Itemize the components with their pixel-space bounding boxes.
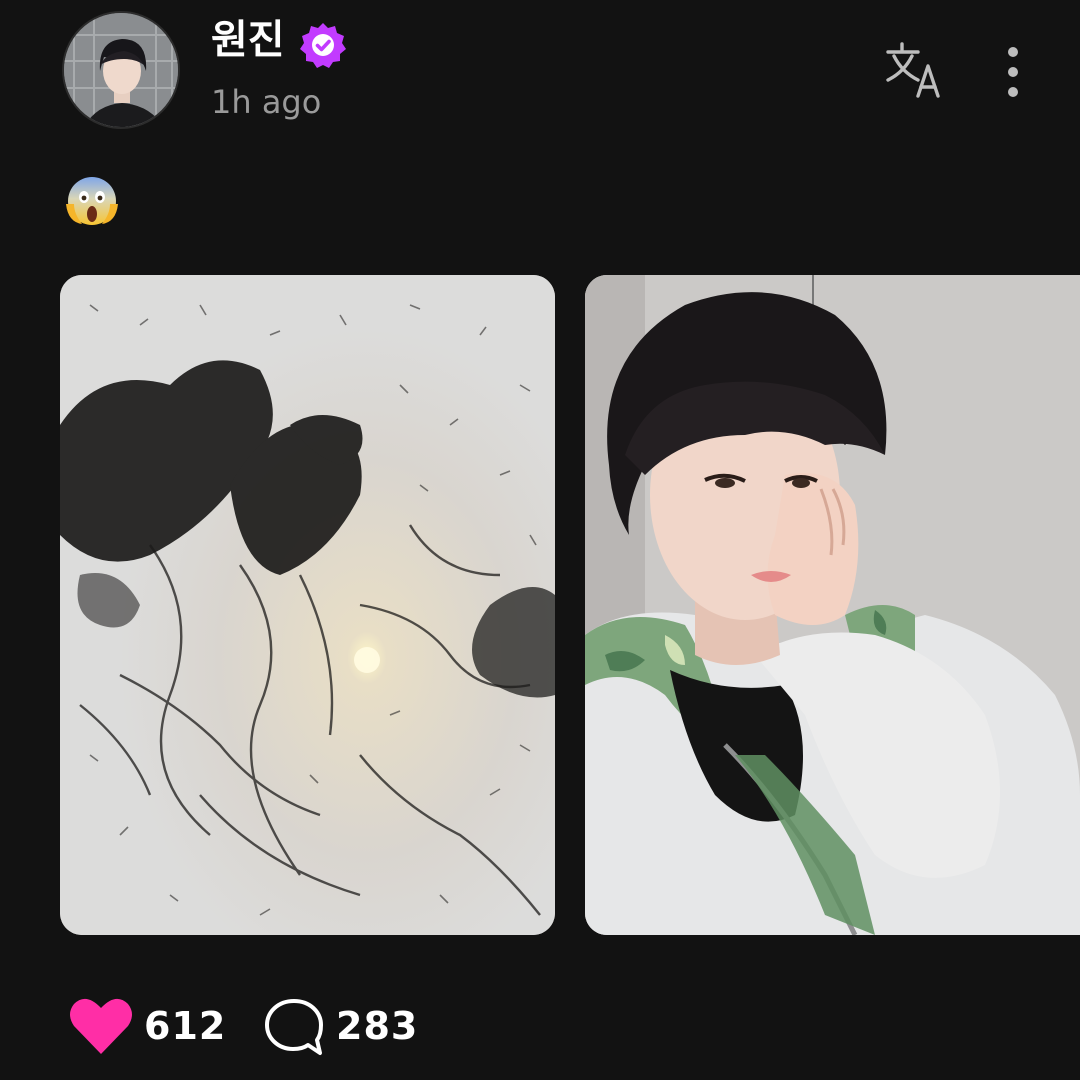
like-count: 612 <box>144 1004 227 1048</box>
post-photo-1[interactable] <box>60 275 555 935</box>
post-text <box>62 170 122 230</box>
more-options-button[interactable] <box>992 42 1034 102</box>
like-button[interactable]: 612 <box>68 995 226 1057</box>
comment-button[interactable]: 283 <box>262 995 418 1057</box>
post-photo-2[interactable] <box>585 275 1080 935</box>
translate-button[interactable] <box>882 40 948 100</box>
avatar[interactable] <box>62 11 180 129</box>
post-timestamp: 1h ago <box>211 83 322 121</box>
comment-icon <box>265 999 323 1055</box>
author-name[interactable]: 원진 <box>211 14 285 66</box>
comment-count: 283 <box>336 1004 419 1048</box>
more-vertical-icon <box>1008 47 1018 97</box>
heart-icon <box>70 998 132 1054</box>
screaming-face-emoji <box>66 177 118 225</box>
translate-icon <box>886 42 940 98</box>
verified-badge-icon <box>298 20 348 70</box>
